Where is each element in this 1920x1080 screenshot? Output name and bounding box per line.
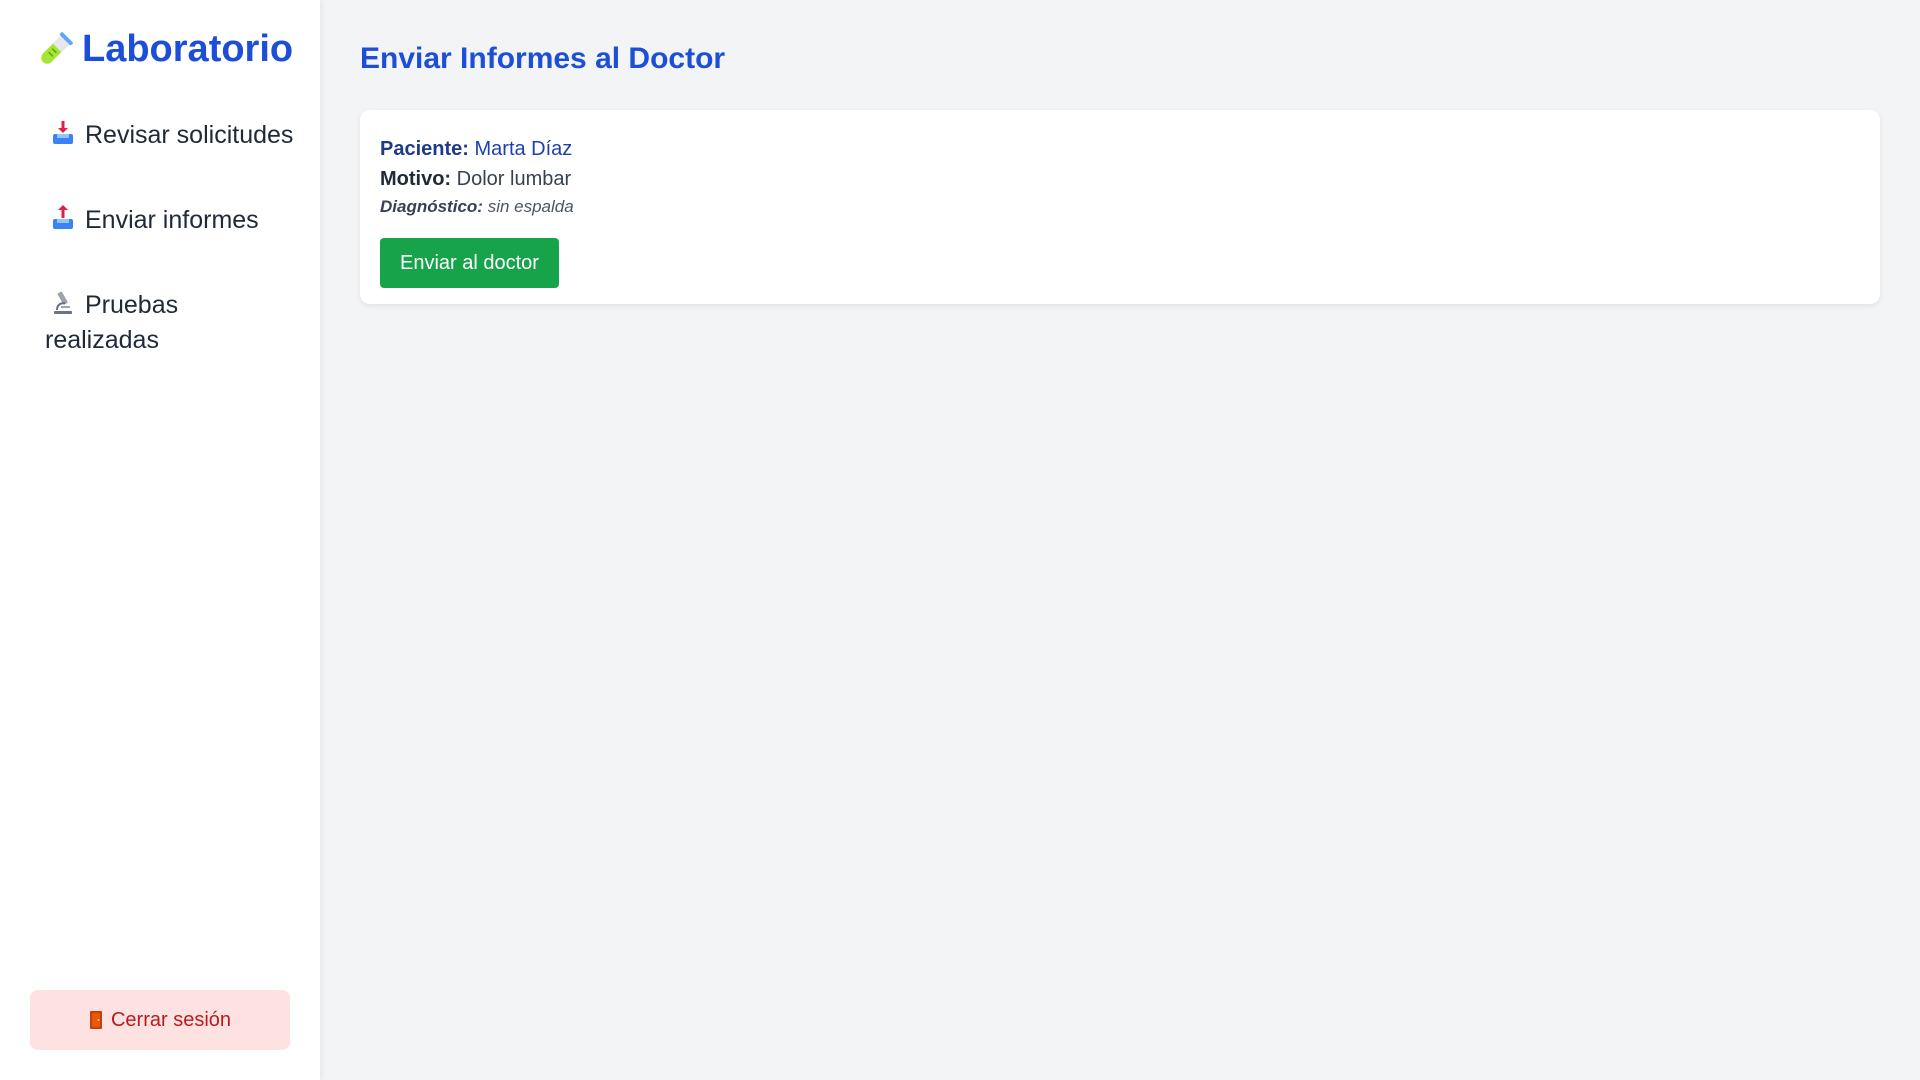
door-icon <box>89 1010 103 1030</box>
microscope-icon <box>51 290 75 316</box>
reason-row: Motivo: Dolor lumbar <box>380 164 1860 194</box>
sidebar-item-pruebas-realizadas[interactable]: Pruebas realizadas <box>45 288 295 358</box>
app-root: Laboratorio Revisar solicitudes Enviar i… <box>0 0 1920 1080</box>
report-card: Paciente: Marta Díaz Motivo: Dolor lumba… <box>360 110 1880 304</box>
diagnosis-label: Diagnóstico: <box>380 197 483 216</box>
reason-label: Motivo: <box>380 168 452 190</box>
send-to-doctor-button[interactable]: Enviar al doctor <box>380 238 559 288</box>
sidebar-nav: Revisar solicitudes Enviar informes Prue… <box>45 118 295 408</box>
patient-name: Marta Díaz <box>474 138 573 160</box>
outbox-tray-icon <box>51 205 75 231</box>
test-tube-icon <box>36 31 74 69</box>
logout-label: Cerrar sesión <box>110 1008 232 1031</box>
logout-button[interactable]: Cerrar sesión <box>30 990 290 1050</box>
patient-row: Paciente: Marta Díaz <box>380 134 1860 164</box>
sidebar: Laboratorio Revisar solicitudes Enviar i… <box>0 0 320 1080</box>
patient-label: Paciente: <box>380 138 469 160</box>
page-title: Enviar Informes al Doctor <box>360 42 726 75</box>
diagnosis-value: sin espalda <box>487 197 574 216</box>
reason-value: Dolor lumbar <box>456 168 572 190</box>
main-content: Enviar Informes al Doctor Paciente: Mart… <box>320 0 1920 1080</box>
sidebar-item-label: Revisar solicitudes <box>85 121 294 149</box>
inbox-tray-icon <box>51 120 75 146</box>
sidebar-item-revisar-solicitudes[interactable]: Revisar solicitudes <box>45 118 295 153</box>
app-title: Laboratorio <box>82 28 294 70</box>
sidebar-item-label: Enviar informes <box>85 206 259 234</box>
brand: Laboratorio <box>36 28 293 71</box>
diagnosis-row: Diagnóstico: sin espalda <box>380 194 1860 220</box>
sidebar-item-enviar-informes[interactable]: Enviar informes <box>45 203 295 238</box>
